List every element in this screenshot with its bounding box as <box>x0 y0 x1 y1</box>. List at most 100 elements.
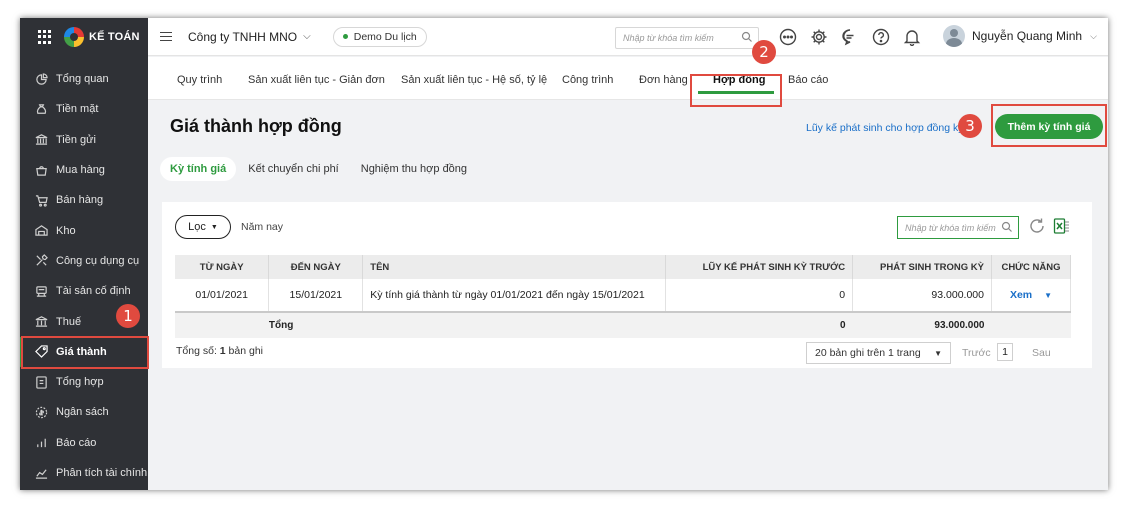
sidebar-item-cong-cu-dung-cu[interactable]: Công cụ dụng cụ <box>20 246 148 276</box>
col-from-date[interactable]: TỪ NGÀY <box>175 255 270 279</box>
table-header-row: TỪ NGÀY ĐẾN NGÀY TÊN LŨY KẾ PHÁT SINH KỲ… <box>175 255 1072 279</box>
sidebar-item-tong-hop[interactable]: Tổng hợp <box>20 367 148 397</box>
caret-down-icon: ▼ <box>934 348 942 358</box>
company-selector[interactable]: Công ty TNHH MNO ⌵ <box>188 30 311 44</box>
col-to-date[interactable]: ĐẾN NGÀY <box>268 255 364 279</box>
view-link[interactable]: Xem <box>1010 289 1032 301</box>
user-menu[interactable]: Nguyễn Quang Minh ⌵ <box>943 25 1097 47</box>
sidebar-item-label: Tổng hợp <box>56 376 104 389</box>
cell-name: Kỳ tính giá thành từ ngày 01/01/2021 đến… <box>362 279 667 313</box>
sidebar: KẾ TOÁN Tổng quan Tiền mặt Tiền gửi Mua … <box>20 18 148 490</box>
price-tag-icon <box>34 345 48 359</box>
page-number-input[interactable]: 1 <box>997 343 1013 361</box>
tools-icon <box>34 254 48 268</box>
global-search-input[interactable]: Nhập từ khóa tìm kiếm <box>615 27 759 49</box>
total-prev-cumulative: 0 <box>665 312 853 338</box>
cumulative-link[interactable]: Lũy kế phát sinh cho hợp đồng kỳ <box>806 122 964 134</box>
top-bar: Công ty TNHH MNO ⌵ Demo Du lịch Nhập từ k… <box>148 18 1108 56</box>
main-content: Giá thành hợp đồng Lũy kế phát sinh cho … <box>148 101 1108 490</box>
brand-logo-icon <box>64 27 84 47</box>
page-title: Giá thành hợp đồng <box>170 116 342 136</box>
sidebar-item-ngan-sach[interactable]: Ngân sách <box>20 397 148 427</box>
sidebar-item-mua-hang[interactable]: Mua hàng <box>20 155 148 185</box>
top-icon-group <box>778 27 922 47</box>
chevron-down-icon: ⌵ <box>1090 30 1097 41</box>
sidebar-item-ban-hang[interactable]: Bán hàng <box>20 185 148 215</box>
add-costing-period-button[interactable]: Thêm kỳ tính giá <box>995 114 1103 139</box>
tab-cong-trinh[interactable]: Công trình <box>562 74 613 86</box>
caret-down-icon[interactable]: ▼ <box>1044 291 1052 300</box>
cash-bag-icon <box>34 102 48 116</box>
sidebar-item-tong-quan[interactable]: Tổng quan <box>20 64 148 94</box>
costing-period-table: TỪ NGÀY ĐẾN NGÀY TÊN LŨY KẾ PHÁT SINH KỲ… <box>175 255 1072 338</box>
sidebar-item-tien-mat[interactable]: Tiền mặt <box>20 94 148 124</box>
annotation-badge-1: 1 <box>116 304 140 328</box>
annotation-badge-3: 3 <box>958 114 982 138</box>
tab-bao-cao[interactable]: Báo cáo <box>788 74 828 86</box>
shopping-bag-icon <box>34 163 48 177</box>
avatar <box>943 25 965 47</box>
more-options-icon[interactable] <box>778 27 798 47</box>
module-tabs: Quy trình Sản xuất liên tục - Giản đơn S… <box>148 57 1108 100</box>
sidebar-item-label: Báo cáo <box>56 436 97 449</box>
tab-san-xuat-he-so[interactable]: Sản xuất liên tục - Hệ số, tỷ lệ <box>401 74 547 86</box>
subtab-nghiem-thu-hop-dong[interactable]: Nghiệm thu hợp đồng <box>351 157 477 181</box>
budget-icon <box>34 405 48 419</box>
page-size-select[interactable]: 20 bản ghi trên 1 trang ▼ <box>806 342 951 364</box>
table-row[interactable]: 01/01/2021 15/01/2021 Kỳ tính giá thành … <box>175 279 1072 313</box>
active-tab-indicator <box>698 91 774 94</box>
cart-icon <box>34 193 48 207</box>
col-prev-cumulative[interactable]: LŨY KẾ PHÁT SINH KỲ TRƯỚC <box>665 255 854 279</box>
record-count: Tổng số: 1 bản ghi <box>176 345 263 357</box>
chat-icon[interactable] <box>840 27 860 47</box>
sidebar-item-label: Tài sản cố định <box>56 285 131 298</box>
caret-down-icon: ▼ <box>210 223 218 231</box>
grid-panel: Lọc ▼ Năm nay Nhập từ khóa tìm kiếm TỪ NG… <box>162 202 1092 368</box>
fixed-asset-icon <box>34 284 48 298</box>
tab-san-xuat-gian-don[interactable]: Sản xuất liên tục - Giản đơn <box>248 74 385 86</box>
bell-icon[interactable] <box>902 27 922 47</box>
grid-search-input[interactable]: Nhập từ khóa tìm kiếm <box>897 216 1019 239</box>
sidebar-item-gia-thanh[interactable]: Giá thành <box>20 336 148 368</box>
col-name[interactable]: TÊN <box>362 255 667 279</box>
hamburger-menu-icon[interactable] <box>160 29 172 44</box>
col-current-period[interactable]: PHÁT SINH TRONG KỲ <box>852 255 992 279</box>
warehouse-icon <box>34 224 48 238</box>
demo-label: Demo Du lịch <box>353 30 417 43</box>
excel-export-icon[interactable] <box>1053 217 1071 235</box>
sidebar-item-label: Kho <box>56 224 76 237</box>
sidebar-item-label: Ngân sách <box>56 406 109 419</box>
help-icon[interactable] <box>871 27 891 47</box>
company-name: Công ty TNHH MNO <box>188 29 298 44</box>
sidebar-item-tien-gui[interactable]: Tiền gửi <box>20 125 148 155</box>
tab-quy-trinh[interactable]: Quy trình <box>177 74 222 86</box>
subtab-ky-tinh-gia[interactable]: Kỳ tính giá <box>160 157 237 181</box>
tab-hop-dong[interactable]: Hợp đồng <box>713 74 765 86</box>
sidebar-item-phan-tich-tai-chinh[interactable]: Phân tích tài chính <box>20 458 148 488</box>
status-dot-icon <box>342 34 348 39</box>
sidebar-item-label: Bán hàng <box>56 194 104 207</box>
demo-database-pill[interactable]: Demo Du lịch <box>332 26 427 47</box>
sidebar-item-label: Tiền mặt <box>56 103 99 116</box>
cell-prev-cumulative: 0 <box>665 279 854 313</box>
tax-icon <box>34 315 48 329</box>
grid-search-placeholder: Nhập từ khóa tìm kiếm <box>905 222 996 233</box>
sidebar-item-bao-cao[interactable]: Báo cáo <box>20 428 148 458</box>
apps-grid-icon[interactable] <box>38 30 52 44</box>
filter-button[interactable]: Lọc ▼ <box>175 215 231 239</box>
prev-page-button[interactable]: Trước <box>962 347 991 359</box>
next-page-button[interactable]: Sau <box>1032 347 1051 359</box>
dashboard-icon <box>34 72 48 86</box>
tab-don-hang[interactable]: Đơn hàng <box>639 74 688 86</box>
bank-icon <box>34 133 48 147</box>
sidebar-header: KẾ TOÁN <box>20 18 148 56</box>
gear-icon[interactable] <box>809 27 829 47</box>
refresh-icon[interactable] <box>1028 217 1046 235</box>
record-count-value: 1 <box>219 345 226 357</box>
sidebar-item-kho[interactable]: Kho <box>20 215 148 245</box>
subtab-ket-chuyen-chi-phi[interactable]: Kết chuyển chi phí <box>238 157 349 181</box>
sidebar-item-label: Tổng quan <box>56 73 109 86</box>
sidebar-item-tai-san-co-dinh[interactable]: Tài sản cố định <box>20 276 148 306</box>
cell-to-date: 15/01/2021 <box>268 279 364 313</box>
sidebar-item-label: Phân tích tài chính <box>56 467 148 479</box>
